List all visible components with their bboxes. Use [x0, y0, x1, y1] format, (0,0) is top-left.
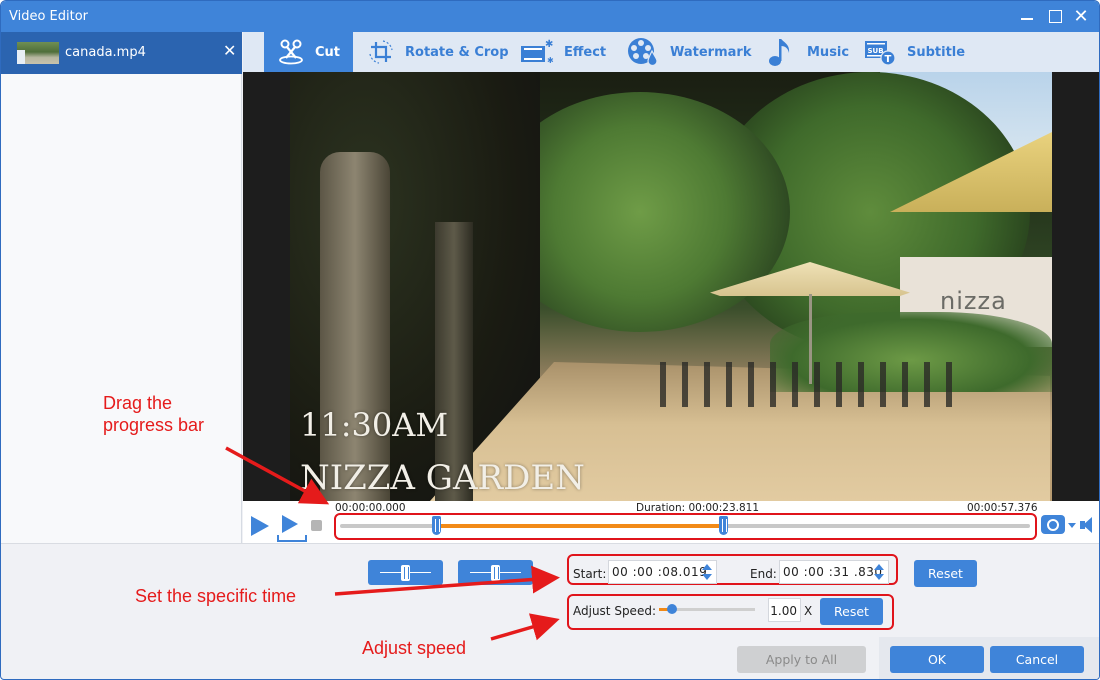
speed-label: Adjust Speed: [573, 604, 656, 618]
start-handle[interactable] [432, 516, 442, 535]
start-time-field[interactable]: 00 :00 :08.019 [608, 560, 717, 584]
effect-film-icon: ✱ ✱ [520, 38, 554, 66]
maximize-button[interactable] [1045, 7, 1065, 27]
play-icon[interactable] [251, 516, 269, 536]
scissors-icon [277, 38, 305, 66]
annotation-drag-progress-bar: Drag the progress bar [103, 393, 205, 435]
volume-icon[interactable] [1080, 517, 1098, 533]
tab-watermark[interactable]: Watermark [626, 32, 751, 72]
wall-sign-text: nizza [940, 287, 1007, 315]
progress-bar[interactable] [340, 524, 1030, 528]
reset-cut-button[interactable]: Reset [914, 560, 977, 587]
tab-effect[interactable]: ✱ ✱ Effect [520, 32, 606, 72]
end-time-value: 00 :00 :31 .830 [783, 565, 883, 579]
tab-music[interactable]: Music [763, 32, 849, 72]
play-selection-icon[interactable] [277, 515, 307, 542]
rotate-crop-icon [367, 38, 395, 66]
video-frame: nizza 11:30AM NIZZA GARDEN [290, 72, 1052, 501]
tab-subtitle[interactable]: SUB T Subtitle [863, 32, 965, 72]
music-note-icon [763, 38, 797, 66]
file-name: canada.mp4 [65, 45, 146, 60]
start-time-value: 00 :00 :08.019 [612, 565, 708, 579]
playback-controls: 00:00:00.000 Duration: 00:00:23.811 00:0… [243, 501, 1099, 543]
start-label: Start: [573, 567, 607, 581]
set-start-button[interactable] [368, 560, 443, 585]
tab-watermark-label: Watermark [670, 44, 752, 60]
svg-text:✱: ✱ [545, 39, 553, 50]
subtitle-icon: SUB T [863, 38, 897, 66]
svg-text:T: T [885, 54, 892, 65]
start-time-spinner[interactable] [702, 564, 712, 582]
tab-effect-label: Effect [564, 44, 607, 60]
title-bar: Video Editor ✕ [1, 1, 1099, 32]
annotation-adjust-speed: Adjust speed [362, 638, 467, 658]
cancel-button[interactable]: Cancel [990, 646, 1084, 673]
svg-text:SUB: SUB [868, 47, 884, 55]
end-time-field[interactable]: 00 :00 :31 .830 [779, 560, 889, 584]
watermark-reel-icon [626, 38, 660, 67]
end-marker-icon [491, 565, 500, 581]
video-overlay-time: 11:30AM [300, 406, 449, 444]
arrow-to-speed [490, 613, 560, 641]
video-editor-window: Video Editor ✕ canada.mp4 ✕ Cut Rotate &… [0, 0, 1100, 680]
video-thumbnail [17, 42, 59, 64]
end-label: End: [750, 567, 777, 581]
tab-rotate-crop[interactable]: Rotate & Crop [367, 32, 509, 72]
remove-file-icon[interactable]: ✕ [223, 41, 236, 60]
tab-music-label: Music [807, 44, 850, 60]
svg-text:✱: ✱ [547, 56, 554, 65]
annotation-set-specific-time: Set the specific time [135, 586, 297, 606]
speed-unit: X [804, 604, 813, 618]
file-item-canada[interactable]: canada.mp4 ✕ [1, 32, 242, 74]
tab-rotate-crop-label: Rotate & Crop [405, 44, 509, 60]
tab-cut-label: Cut [315, 44, 341, 60]
end-handle[interactable] [718, 516, 728, 535]
file-list-sidebar: canada.mp4 ✕ [1, 32, 242, 543]
stop-icon[interactable] [311, 520, 322, 531]
tab-subtitle-label: Subtitle [907, 44, 966, 60]
camera-icon[interactable] [1041, 515, 1065, 534]
ok-button[interactable]: OK [890, 646, 984, 673]
divider [1, 543, 1099, 544]
video-overlay-place: NIZZA GARDEN [300, 458, 585, 498]
speed-slider[interactable] [659, 604, 755, 614]
edit-toolbar: Cut Rotate & Crop ✱ ✱ Effect Watermark Mu… [243, 32, 1099, 72]
end-time-spinner[interactable] [874, 564, 884, 582]
reset-speed-button[interactable]: Reset [820, 598, 883, 625]
start-marker-icon [401, 565, 410, 581]
speed-value-field[interactable]: 1.00 [768, 598, 801, 622]
video-preview: nizza 11:30AM NIZZA GARDEN [243, 72, 1099, 501]
apply-to-all-button[interactable]: Apply to All [737, 646, 866, 673]
minimize-button[interactable] [1017, 7, 1037, 27]
selected-range [436, 524, 723, 528]
window-title: Video Editor [9, 9, 89, 24]
tab-cut[interactable]: Cut [264, 32, 353, 72]
set-end-button[interactable] [458, 560, 533, 585]
close-window-button[interactable]: ✕ [1071, 7, 1091, 27]
chevron-down-icon[interactable] [1068, 523, 1076, 528]
